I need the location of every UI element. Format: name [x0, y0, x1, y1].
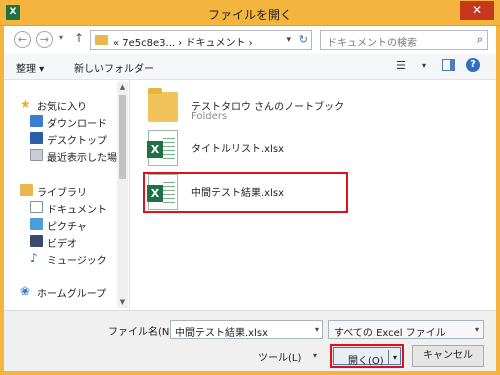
navigation-pane: ★ お気に入り ダウンロード デスクトップ 最近表示した場所 ライブラリ ドキュ…	[4, 80, 127, 310]
filename-value: 中間テスト結果.xlsx	[175, 328, 269, 339]
navigation-bar: ← → ▾ ↑ « 7e5c8e3... › ドキュメント › ▾ ↻ ドキュメ…	[0, 26, 500, 54]
selection-highlight	[143, 172, 348, 213]
nav-item-label: ライブラリ	[37, 188, 87, 199]
folder-icon	[95, 35, 108, 45]
star-icon: ★	[20, 97, 31, 111]
file-name: タイトルリスト.xlsx	[191, 144, 285, 155]
nav-item-label: ダウンロード	[47, 119, 107, 130]
download-folder-icon	[30, 115, 43, 127]
documents-icon	[30, 201, 43, 213]
nav-item-label: お気に入り	[37, 102, 87, 113]
preview-pane-icon[interactable]	[442, 59, 455, 71]
open-button-highlight: 開く(O) ▾	[330, 344, 404, 368]
scroll-down-icon[interactable]: ▼	[117, 297, 128, 308]
file-item-notebook[interactable]: テストタロウ さんのノートブック Folders	[148, 88, 348, 132]
scrollbar-thumb[interactable]	[119, 95, 126, 179]
close-button[interactable]: ✕	[460, 1, 494, 20]
nav-item-label: ピクチャ	[47, 222, 87, 233]
address-dropdown-icon[interactable]: ▾	[286, 35, 291, 45]
address-path: « 7e5c8e3... › ドキュメント ›	[113, 38, 253, 49]
open-button[interactable]: 開く(O) ▾	[333, 347, 401, 367]
nav-item-label: ドキュメント	[47, 205, 107, 216]
filename-label: ファイル名(N):	[108, 327, 177, 338]
pane-divider[interactable]	[129, 80, 130, 310]
view-dropdown-icon[interactable]: ▾	[422, 61, 426, 70]
nav-item-label: ミュージック	[47, 256, 107, 267]
pictures-icon	[30, 218, 43, 230]
search-box[interactable]: ドキュメントの検索 ⌕	[320, 30, 488, 50]
change-view-icon[interactable]: ☰	[396, 59, 406, 72]
nav-item-label: デスクトップ	[47, 136, 107, 147]
tools-dropdown-icon[interactable]: ▾	[313, 351, 317, 360]
music-icon: ♪	[30, 251, 38, 265]
scroll-up-icon[interactable]: ▲	[117, 82, 128, 93]
title-bar: X ファイルを開く ✕	[0, 0, 500, 26]
search-icon[interactable]: ⌕	[477, 33, 483, 47]
search-placeholder: ドキュメントの検索	[327, 38, 417, 49]
window-frame-right	[496, 54, 500, 375]
recent-locations-dropdown-icon[interactable]: ▾	[59, 33, 63, 42]
file-type-select[interactable]: すべての Excel ファイル ▾	[328, 320, 484, 339]
dialog-footer: ファイル名(N): 中間テスト結果.xlsx ▾ すべての Excel ファイル…	[4, 310, 496, 371]
window-title: ファイルを開く	[207, 8, 292, 22]
command-bar: 整理 ▾ 新しいフォルダー ☰ ▾ ?	[4, 54, 496, 80]
back-button[interactable]: ←	[14, 31, 31, 48]
file-type-dropdown-icon[interactable]: ▾	[475, 325, 479, 334]
notebook-folder-icon	[148, 88, 178, 122]
filename-dropdown-icon[interactable]: ▾	[315, 325, 319, 334]
open-button-label: 開く(O)	[348, 356, 384, 367]
recent-places-icon	[30, 149, 43, 161]
library-icon	[20, 184, 33, 196]
nav-item-label: ホームグループ	[37, 289, 107, 300]
nav-item-label: 最近表示した場所	[47, 153, 127, 164]
file-subtitle: Folders	[191, 111, 228, 122]
cancel-button[interactable]: キャンセル	[412, 345, 484, 367]
forward-button[interactable]: →	[36, 31, 53, 48]
homegroup-icon: ❀	[20, 284, 31, 298]
videos-icon	[30, 235, 43, 247]
tools-button[interactable]: ツール(L)	[258, 349, 301, 364]
up-arrow-icon[interactable]: ↑	[74, 31, 84, 45]
open-button-divider	[388, 350, 389, 364]
address-bar[interactable]: « 7e5c8e3... › ドキュメント › ▾ ↻	[90, 30, 312, 50]
new-folder-button[interactable]: 新しいフォルダー	[74, 60, 154, 75]
nav-scrollbar[interactable]: ▲ ▼	[117, 82, 128, 308]
organize-button[interactable]: 整理 ▾	[16, 60, 44, 75]
file-item-title-list[interactable]: X タイトルリスト.xlsx	[147, 130, 348, 174]
refresh-icon[interactable]: ↻	[299, 33, 308, 46]
open-options-dropdown-icon[interactable]: ▾	[393, 353, 397, 362]
nav-item-label: ビデオ	[47, 239, 77, 250]
help-icon[interactable]: ?	[466, 58, 480, 72]
desktop-icon	[30, 132, 43, 144]
window-frame-bottom	[0, 371, 500, 375]
excel-file-icon: X	[147, 130, 178, 166]
file-type-value: すべての Excel ファイル	[334, 328, 446, 339]
filename-input[interactable]: 中間テスト結果.xlsx ▾	[170, 320, 323, 339]
